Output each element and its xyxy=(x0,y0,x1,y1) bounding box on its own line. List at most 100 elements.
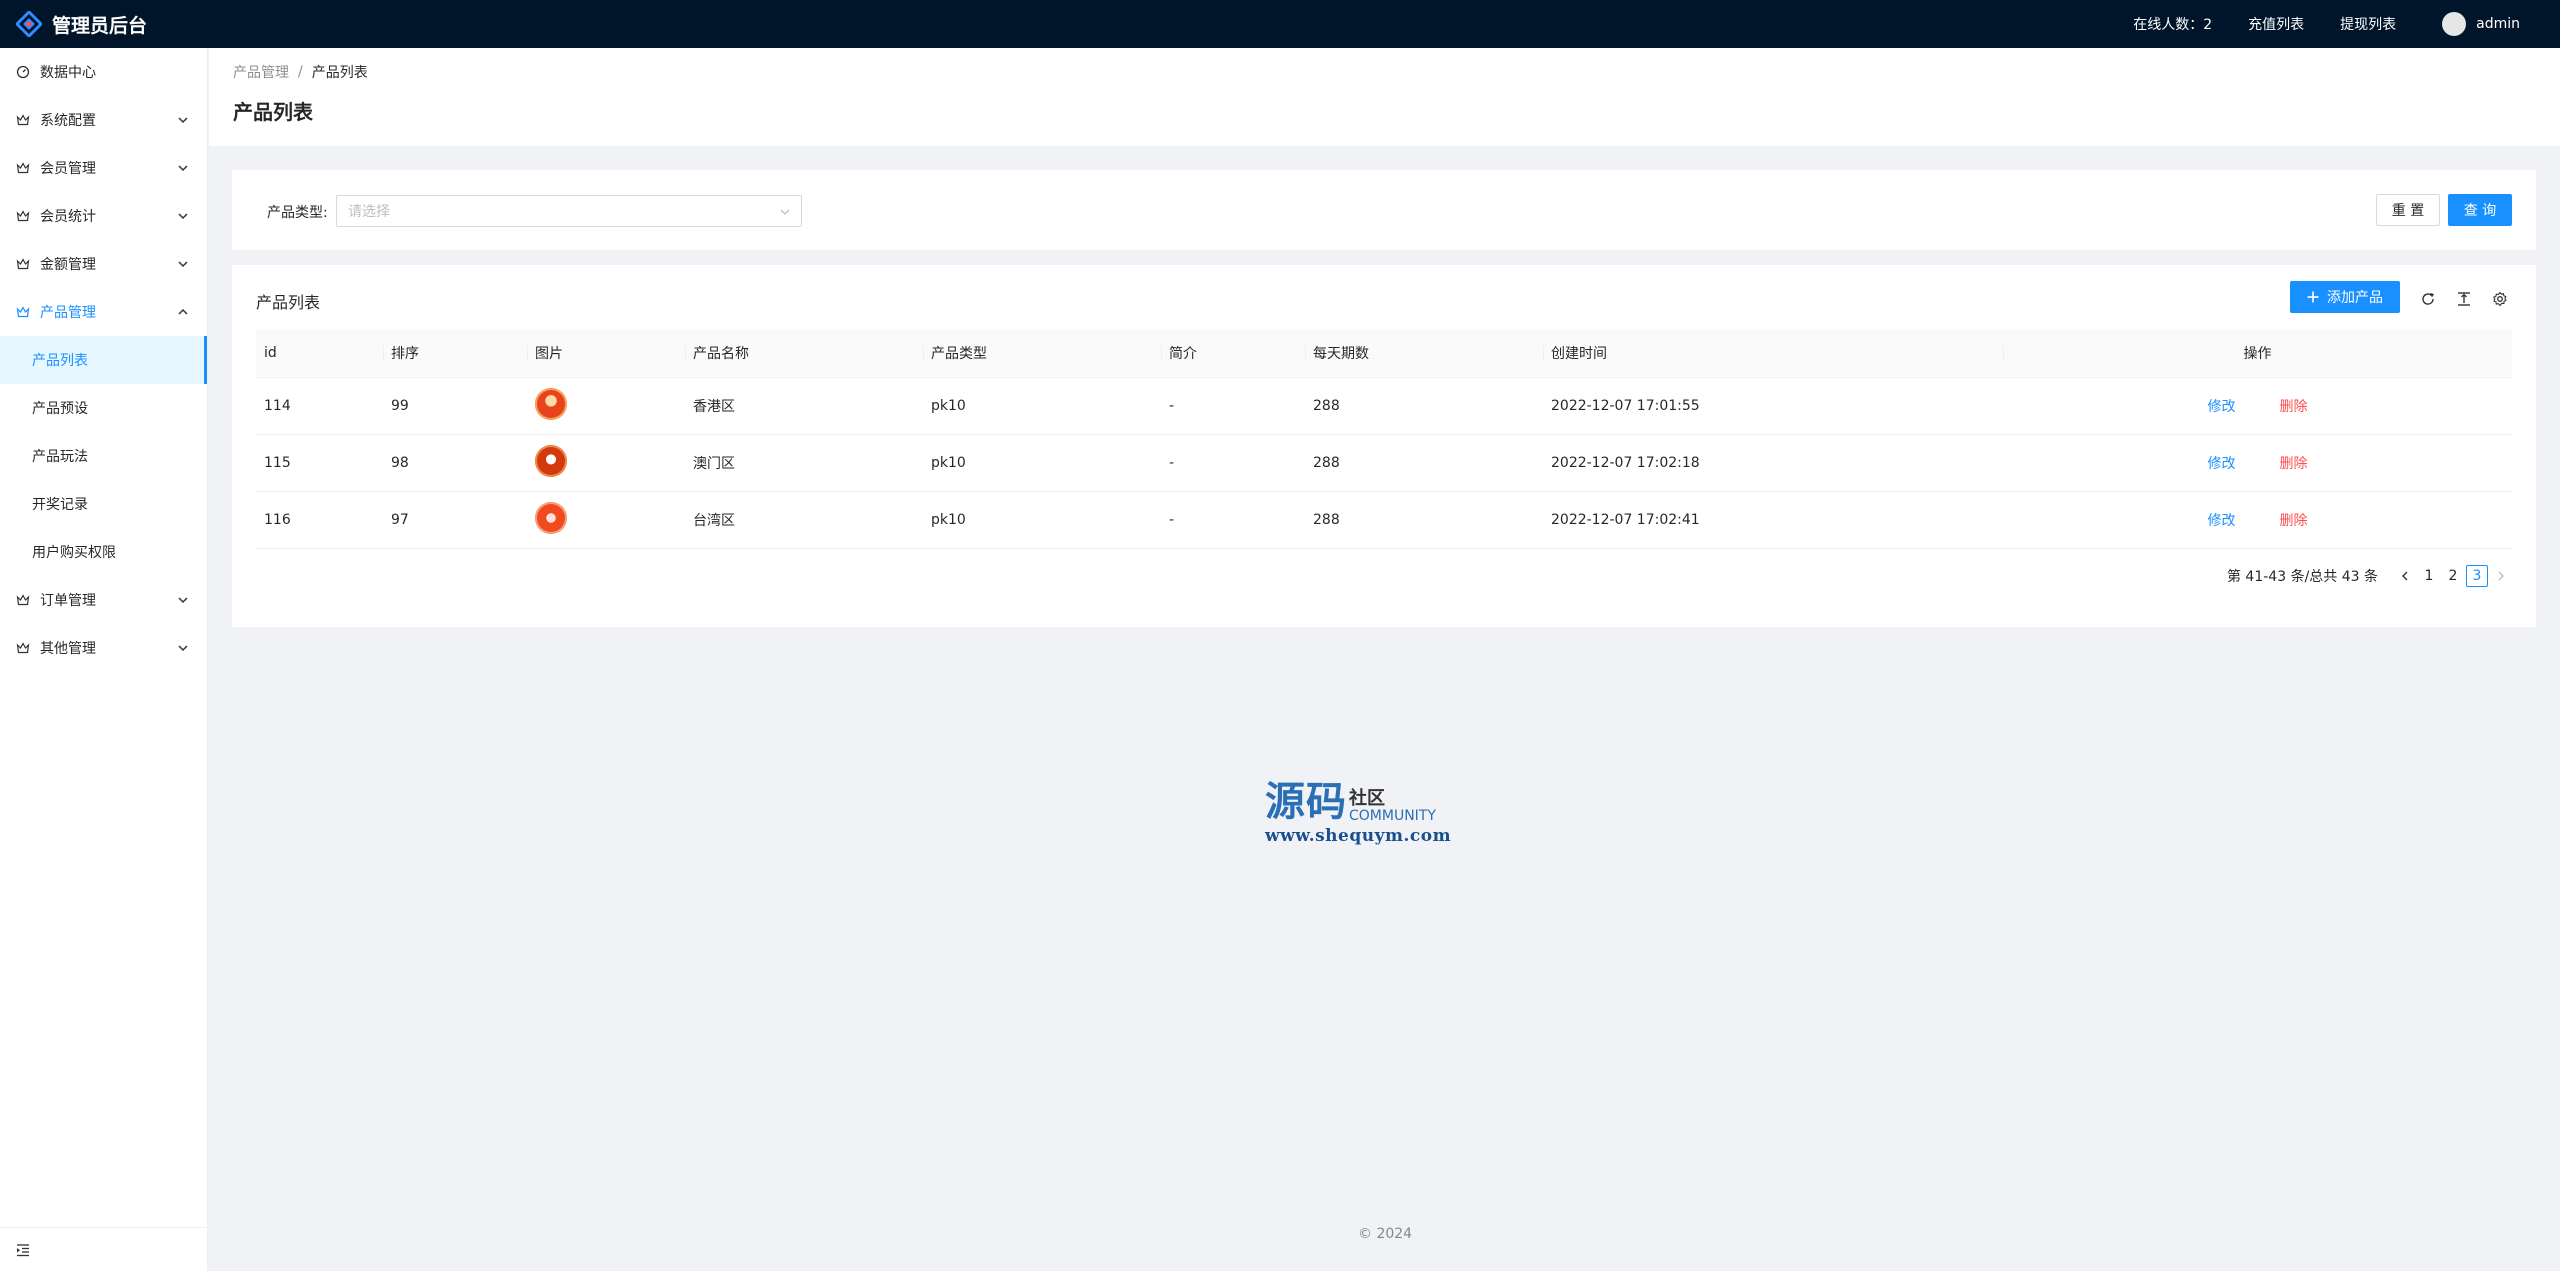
query-button[interactable]: 查 询 xyxy=(2448,194,2512,226)
cell-image xyxy=(527,491,685,549)
chevron-down-icon xyxy=(178,597,188,604)
product-image[interactable] xyxy=(535,387,567,420)
sidebar-item-order-mgmt[interactable]: 订单管理 xyxy=(0,576,207,624)
page-header: 产品管理 / 产品列表 产品列表 xyxy=(209,48,2560,146)
pagination-total: 第 41-43 条/总共 43 条 xyxy=(2226,569,2378,585)
sidebar-subitem-product-preset[interactable]: 产品预设 xyxy=(0,384,207,432)
crown-icon xyxy=(16,594,30,606)
delete-link[interactable]: 删除 xyxy=(2280,456,2308,472)
column-header: 每天期数 xyxy=(1305,329,1543,378)
cell-actions: 修改 删除 xyxy=(2003,434,2512,492)
sidebar-item-member-mgmt[interactable]: 会员管理 xyxy=(0,144,207,192)
reload-icon[interactable] xyxy=(2418,289,2438,309)
reset-button[interactable]: 重 置 xyxy=(2376,194,2440,226)
search-form: 产品类型: 请选择 重 置 查 询 xyxy=(232,170,2536,250)
edit-link[interactable]: 修改 xyxy=(2208,513,2236,529)
table-title: 产品列表 xyxy=(256,293,321,312)
sidebar-item-amount-mgmt[interactable]: 金额管理 xyxy=(0,240,207,288)
cell-id: 116 xyxy=(256,491,383,549)
prev-page-button[interactable] xyxy=(2394,565,2416,587)
withdraw-list-link[interactable]: 提现列表 xyxy=(2340,14,2396,34)
user-menu[interactable]: admin xyxy=(2442,12,2520,36)
column-header: 产品类型 xyxy=(923,329,1161,378)
sidebar-subitem-draw-records[interactable]: 开奖记录 xyxy=(0,480,207,528)
sidebar-subitem-product-play[interactable]: 产品玩法 xyxy=(0,432,207,480)
breadcrumb-parent[interactable]: 产品管理 xyxy=(233,62,289,82)
edit-link[interactable]: 修改 xyxy=(2208,399,2236,415)
product-image[interactable] xyxy=(535,444,567,477)
chevron-down-icon xyxy=(780,209,790,215)
sidebar: 数据中心 系统配置 会员管理 会员统计 金额管理 产品管理 产品列表 产品预设 … xyxy=(0,48,208,1271)
column-header: 创建时间 xyxy=(1543,329,2003,378)
crown-icon xyxy=(16,210,30,222)
online-count: 在线人数：2 xyxy=(2133,17,2213,33)
sidebar-item-label: 系统配置 xyxy=(40,113,96,129)
chevron-down-icon xyxy=(178,165,188,172)
logo-icon xyxy=(16,11,42,37)
avatar xyxy=(2442,12,2467,36)
logo[interactable]: 管理员后台 xyxy=(0,0,147,48)
column-header: 产品名称 xyxy=(685,329,923,378)
add-product-label: 添加产品 xyxy=(2327,290,2383,306)
crown-icon xyxy=(16,114,30,126)
watermark-big-text: 源码 xyxy=(1265,778,1347,825)
sidebar-item-label: 金额管理 xyxy=(40,257,96,273)
cell-periods: 288 xyxy=(1305,434,1543,492)
add-product-button[interactable]: 添加产品 xyxy=(2290,281,2400,313)
page-title: 产品列表 xyxy=(233,100,313,124)
cell-intro: - xyxy=(1161,434,1305,492)
crown-icon xyxy=(16,306,30,318)
column-header: id xyxy=(256,329,383,378)
sidebar-item-label: 会员统计 xyxy=(40,209,96,225)
sidebar-item-system-config[interactable]: 系统配置 xyxy=(0,96,207,144)
chevron-down-icon xyxy=(178,117,188,124)
sidebar-item-other-mgmt[interactable]: 其他管理 xyxy=(0,624,207,672)
next-page-button[interactable] xyxy=(2490,565,2512,587)
table-row: 114 99 香港区 pk10 - 288 2022-12-07 17:01:5… xyxy=(256,377,2512,435)
product-type-select[interactable]: 请选择 xyxy=(336,195,802,227)
collapse-sidebar-button[interactable] xyxy=(0,1227,207,1271)
page-3[interactable]: 3 xyxy=(2466,565,2488,587)
cell-intro: - xyxy=(1161,491,1305,549)
edit-link[interactable]: 修改 xyxy=(2208,456,2236,472)
cell-periods: 288 xyxy=(1305,377,1543,435)
top-header: 管理员后台 在线人数：2 充值列表 提现列表 admin xyxy=(0,0,2560,48)
chevron-down-icon xyxy=(178,213,188,220)
sidebar-item-product-mgmt[interactable]: 产品管理 xyxy=(0,288,207,336)
page-1[interactable]: 1 xyxy=(2418,565,2440,587)
cell-image xyxy=(527,434,685,492)
watermark-url: www.shequym.com xyxy=(1265,826,1452,846)
chevron-down-icon xyxy=(178,261,188,268)
cell-intro: - xyxy=(1161,377,1305,435)
column-height-icon[interactable] xyxy=(2454,289,2474,309)
chevron-left-icon xyxy=(2402,571,2408,581)
cell-name: 澳门区 xyxy=(685,434,923,492)
sidebar-item-data-center[interactable]: 数据中心 xyxy=(0,48,207,96)
recharge-list-link[interactable]: 充值列表 xyxy=(2248,14,2304,34)
dashboard-icon xyxy=(16,65,30,79)
product-image[interactable] xyxy=(535,501,567,534)
cell-periods: 288 xyxy=(1305,491,1543,549)
select-placeholder: 请选择 xyxy=(348,204,390,220)
menu-fold-icon xyxy=(17,1243,29,1256)
delete-link[interactable]: 删除 xyxy=(2280,513,2308,529)
chevron-down-icon xyxy=(178,645,188,652)
delete-link[interactable]: 删除 xyxy=(2280,399,2308,415)
watermark-small-text: 社区 xyxy=(1349,788,1385,809)
chevron-right-icon xyxy=(2498,571,2504,581)
cell-created: 2022-12-07 17:01:55 xyxy=(1543,377,2003,435)
sidebar-subitem-purchase-permissions[interactable]: 用户购买权限 xyxy=(0,528,207,576)
page-2[interactable]: 2 xyxy=(2442,565,2464,587)
settings-icon[interactable] xyxy=(2490,289,2510,309)
crown-icon xyxy=(16,162,30,174)
watermark-logo: 源码 社区 COMMUNITY www.shequym.com xyxy=(1265,778,1465,847)
product-table: id 排序 图片 产品名称 产品类型 简介 每天期数 创建时间 操作 114 9… xyxy=(256,329,2512,549)
sidebar-item-member-stats[interactable]: 会员统计 xyxy=(0,192,207,240)
crown-icon xyxy=(16,642,30,654)
breadcrumb-separator: / xyxy=(298,64,303,80)
sidebar-subitem-product-list[interactable]: 产品列表 xyxy=(0,336,207,384)
cell-created: 2022-12-07 17:02:18 xyxy=(1543,434,2003,492)
app-title: 管理员后台 xyxy=(52,14,148,37)
cell-sort: 97 xyxy=(383,491,527,549)
plus-icon xyxy=(2307,291,2319,303)
